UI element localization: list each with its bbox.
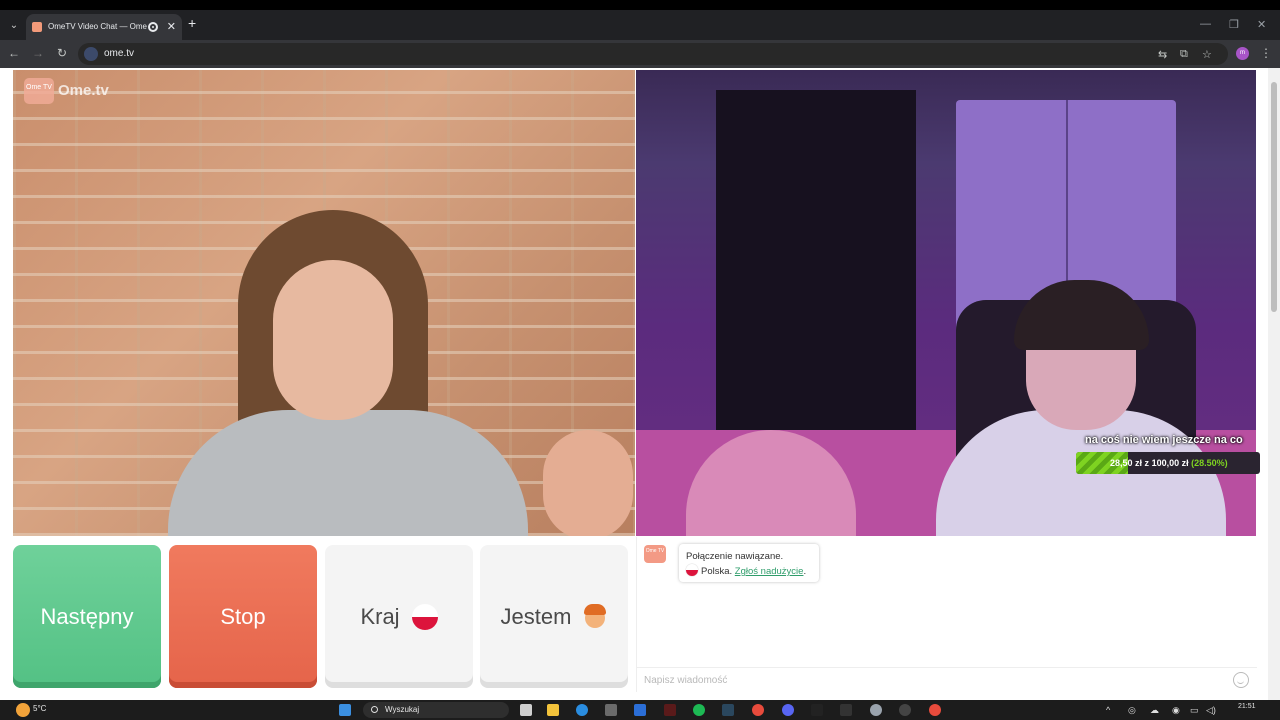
spotify-icon[interactable] — [693, 704, 705, 716]
task-view-icon[interactable] — [520, 704, 532, 716]
emoji-picker-icon[interactable] — [1233, 672, 1249, 688]
tray-app2-icon[interactable]: ◉ — [1172, 705, 1180, 716]
poland-flag-small-icon — [686, 564, 698, 576]
browser-nav-bar: ← → ↻ ome.tv ⇆ ⧉ ☆ m ⋮ — [0, 40, 1280, 68]
goal-current: 28,50 zł — [1110, 458, 1143, 468]
tray-display-icon[interactable]: ▭ — [1190, 705, 1199, 716]
tray-app-icon[interactable]: ◎ — [1128, 705, 1136, 716]
gender-button-label: Jestem — [500, 603, 572, 629]
logo-text: Ome.tv — [58, 82, 109, 99]
stop-button[interactable]: Stop — [169, 545, 317, 688]
local-video — [13, 70, 635, 536]
next-button[interactable]: Następny — [13, 545, 161, 688]
volume-icon[interactable]: ◁) — [1206, 705, 1216, 716]
obs-icon[interactable] — [899, 704, 911, 716]
chrome-profile-icon[interactable] — [929, 704, 941, 716]
search-icon — [371, 706, 378, 713]
app-icon-red[interactable] — [664, 704, 676, 716]
goal-percent: (28.50%) — [1191, 458, 1228, 468]
new-tab-button[interactable]: + — [188, 15, 196, 31]
country-button-label: Kraj — [360, 603, 400, 629]
taskbar-search-placeholder: Wyszukaj — [385, 705, 420, 714]
mail-icon[interactable] — [634, 704, 646, 716]
translate-icon[interactable]: ⇆ — [1158, 48, 1167, 61]
address-bar[interactable]: ome.tv ⇆ ⧉ ☆ — [78, 43, 1228, 65]
tray-overflow-icon[interactable]: ^ — [1106, 705, 1110, 715]
chat-system-avatar: Ome TV — [644, 545, 666, 563]
stream-overlay-text: na coś nie wiem jeszcze na co — [1085, 434, 1243, 446]
tab-title: OmeTV Video Chat — Ome — [48, 22, 147, 31]
weather-icon[interactable] — [16, 703, 30, 717]
system-message-bubble: Połączenie nawiązane. Polska. Zgłoś nadu… — [679, 544, 819, 582]
local-person-image — [168, 210, 528, 536]
edge-icon[interactable] — [576, 704, 588, 716]
browser-tab[interactable]: OmeTV Video Chat — Ome ✕ — [26, 14, 182, 40]
minimize-button[interactable]: — — [1200, 18, 1211, 30]
steam-icon[interactable] — [722, 704, 734, 716]
connection-message: Połączenie nawiązane. — [686, 551, 784, 562]
next-button-label: Następny — [40, 603, 134, 629]
country-line: Polska. Zgłoś nadużycie. — [686, 564, 812, 579]
forward-button[interactable]: → — [30, 46, 46, 60]
site-info-icon[interactable] — [84, 47, 98, 61]
tab-search-dropdown-icon[interactable]: ⌄ — [6, 18, 22, 34]
stop-button-label: Stop — [220, 603, 266, 629]
goal-target: 100,00 zł — [1151, 458, 1189, 468]
ometv-favicon-icon — [32, 22, 42, 32]
bookmark-star-icon[interactable]: ☆ — [1202, 48, 1212, 61]
boy-emoji-icon — [583, 603, 607, 630]
weather-temperature: 5°C — [33, 704, 47, 713]
reload-button[interactable]: ↻ — [54, 46, 70, 60]
url-text: ome.tv — [104, 48, 135, 59]
scrollbar-thumb[interactable] — [1271, 82, 1277, 312]
capcut-icon[interactable] — [811, 704, 823, 716]
poland-flag-icon — [411, 603, 438, 630]
donation-goal-label: 28,50 zł z 100,00 zł (28.50%) — [1110, 458, 1228, 468]
browser-menu-icon[interactable]: ⋮ — [1260, 46, 1272, 60]
country-button[interactable]: Kraj — [325, 545, 473, 688]
tray-network-icon[interactable]: ☁ — [1150, 705, 1159, 716]
epic-games-icon[interactable] — [840, 704, 852, 716]
discord-icon[interactable] — [782, 704, 794, 716]
ometv-logo: Ome TV Ome.tv — [24, 78, 116, 104]
browser-tab-bar: ⌄ OmeTV Video Chat — Ome ✕ + — ❐ ✕ — [0, 0, 1280, 40]
page-scrollbar[interactable] — [1268, 68, 1280, 700]
profile-avatar[interactable]: m — [1236, 47, 1249, 60]
install-app-icon[interactable]: ⧉ — [1180, 48, 1188, 61]
hand-image — [543, 430, 633, 536]
store-icon[interactable] — [605, 704, 617, 716]
gender-button[interactable]: Jestem — [480, 545, 628, 688]
taskbar-clock[interactable]: 21:51 — [1238, 703, 1256, 711]
chat-message-input[interactable]: Napisz wiadomość — [637, 667, 1257, 692]
chat-input-placeholder: Napisz wiadomość — [644, 675, 728, 686]
maximize-button[interactable]: ❐ — [1229, 18, 1239, 31]
logo-badge: Ome TV — [24, 78, 54, 104]
settings-icon[interactable] — [870, 704, 882, 716]
file-explorer-icon[interactable] — [547, 704, 559, 716]
recording-indicator-icon — [148, 22, 158, 32]
goal-separator: z — [1144, 458, 1150, 468]
remote-person-image — [936, 260, 1226, 536]
country-text: Polska. — [701, 566, 733, 577]
os-taskbar: 5°C Wyszukaj ^ ◎ ☁ ◉ ▭ ◁) 21:51 — [0, 700, 1280, 720]
start-menu-icon[interactable] — [339, 704, 351, 716]
donation-goal-bar: 28,50 zł z 100,00 zł (28.50%) — [1076, 452, 1260, 474]
chat-panel: Ome TV Połączenie nawiązane. Polska. Zgł… — [636, 537, 1257, 692]
taskbar-search[interactable]: Wyszukaj — [363, 702, 509, 718]
tab-close-button[interactable]: ✕ — [167, 14, 176, 40]
window-close-button[interactable]: ✕ — [1257, 18, 1266, 31]
chrome-icon[interactable] — [752, 704, 764, 716]
back-button[interactable]: ← — [6, 46, 22, 60]
report-abuse-link[interactable]: Zgłoś nadużycie — [735, 566, 804, 577]
